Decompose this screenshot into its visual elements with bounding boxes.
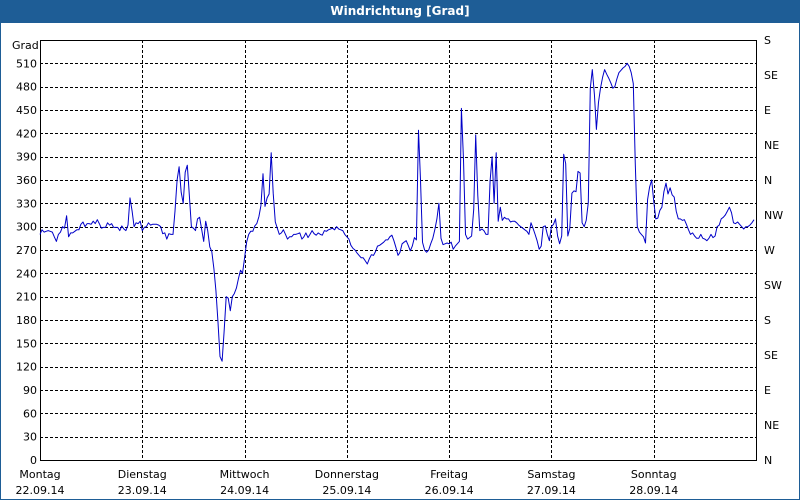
y-tick-label: 300 [16,221,37,234]
direction-labels: N NE E SE S SW W NW N NE E SE S [764,34,783,467]
direction-label: E [764,384,771,397]
x-date-label: 26.09.14 [425,484,474,497]
x-day-label: Donnerstag [315,468,379,481]
x-day-label: Montag [19,468,60,481]
y-tick-label: 120 [16,361,37,374]
y-tick-label: 480 [16,81,37,94]
x-day-label: Freitag [430,468,468,481]
direction-label: SE [764,349,778,362]
direction-label: W [764,244,775,257]
x-date-label: 25.09.14 [322,484,371,497]
x-day-label: Samstag [527,468,575,481]
chart-window: Windrichtung [Grad] Grad 0 30 60 90 120 150 18… [0,0,800,500]
y-tick-label: 420 [16,127,37,140]
direction-label: S [764,34,771,47]
y-tick-label: 0 [30,454,37,467]
series-line [39,62,755,362]
direction-label: S [764,314,771,327]
y-tick-label: 60 [23,407,37,420]
y-tick-label: 270 [16,244,37,257]
x-tick-labels: Montag 22.09.14 Dienstag 23.09.14 Mittwoch 24… [16,468,679,497]
y-tick-label: 150 [16,337,37,350]
x-date-label: 27.09.14 [527,484,576,497]
x-day-label: Sonntag [631,468,677,481]
chart-title: Windrichtung [Grad] [0,0,800,22]
x-date-label: 24.09.14 [220,484,269,497]
direction-label: E [764,104,771,117]
y-tick-label: 90 [23,384,37,397]
series-layer [39,62,755,362]
x-date-label: 22.09.14 [16,484,65,497]
direction-label: N [764,174,772,187]
chart-svg: Grad 0 30 60 90 120 150 180 210 240 270 300 330 360 3… [12,34,783,497]
x-day-label: Mittwoch [220,468,270,481]
grid-lines [40,40,756,460]
y-tick-label: 30 [23,431,37,444]
x-date-label: 28.09.14 [629,484,678,497]
y-tick-labels: 0 30 60 90 120 150 180 210 240 270 300 330 360 390 420… [16,57,37,467]
y-tick-label: 390 [16,151,37,164]
direction-label: SW [764,279,782,292]
direction-label: N [764,454,772,467]
direction-label: SE [764,69,778,82]
y-tick-label: 240 [16,267,37,280]
y-tick-label: 210 [16,291,37,304]
y-tick-label: 180 [16,314,37,327]
direction-label: NE [764,419,779,432]
direction-label: NE [764,139,779,152]
y-tick-label: 510 [16,57,37,70]
x-day-label: Dienstag [118,468,167,481]
y-tick-label: 450 [16,104,37,117]
x-date-label: 23.09.14 [118,484,167,497]
y-axis-label: Grad [12,39,39,52]
y-tick-label: 360 [16,174,37,187]
y-tick-label: 330 [16,197,37,210]
direction-label: NW [764,209,783,222]
